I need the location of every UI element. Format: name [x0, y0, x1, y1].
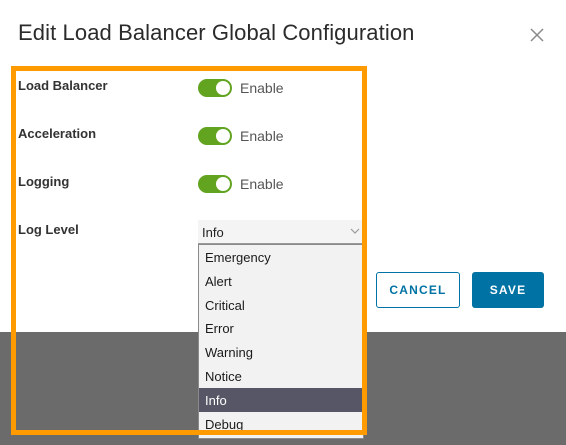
log-level-option-error[interactable]: Error	[199, 316, 363, 340]
log-level-option-notice[interactable]: Notice	[199, 364, 363, 388]
load-balancer-label: Load Balancer	[18, 78, 108, 93]
load-balancer-toggle-text: Enable	[240, 80, 284, 96]
save-button[interactable]: SAVE	[472, 272, 544, 308]
log-level-label: Log Level	[18, 222, 79, 237]
dialog-title: Edit Load Balancer Global Configuration	[18, 20, 415, 45]
logging-label: Logging	[18, 174, 70, 189]
log-level-option-info[interactable]: Info	[199, 387, 363, 412]
toggle-knob	[216, 81, 230, 95]
log-level-selected-value: Info	[202, 225, 224, 240]
log-level-option-emergency[interactable]: Emergency	[199, 245, 363, 269]
log-level-dropdown-list: Emergency Alert Critical Error Warning N…	[198, 244, 364, 439]
close-icon	[530, 28, 544, 42]
toggle-knob	[216, 177, 230, 191]
log-level-option-alert[interactable]: Alert	[199, 269, 363, 293]
acceleration-label: Acceleration	[18, 126, 97, 141]
close-button[interactable]	[526, 24, 548, 46]
log-level-option-warning[interactable]: Warning	[199, 340, 363, 364]
log-level-option-critical[interactable]: Critical	[199, 293, 363, 317]
acceleration-toggle[interactable]	[198, 127, 232, 145]
acceleration-toggle-text: Enable	[240, 128, 284, 144]
log-level-option-debug[interactable]: Debug	[199, 412, 363, 436]
logging-toggle-text: Enable	[240, 176, 284, 192]
cancel-button[interactable]: CANCEL	[376, 272, 460, 308]
logging-toggle[interactable]	[198, 175, 232, 193]
chevron-down-icon	[350, 228, 360, 234]
log-level-select[interactable]: Info	[198, 220, 362, 244]
toggle-knob	[216, 129, 230, 143]
load-balancer-toggle[interactable]	[198, 79, 232, 97]
